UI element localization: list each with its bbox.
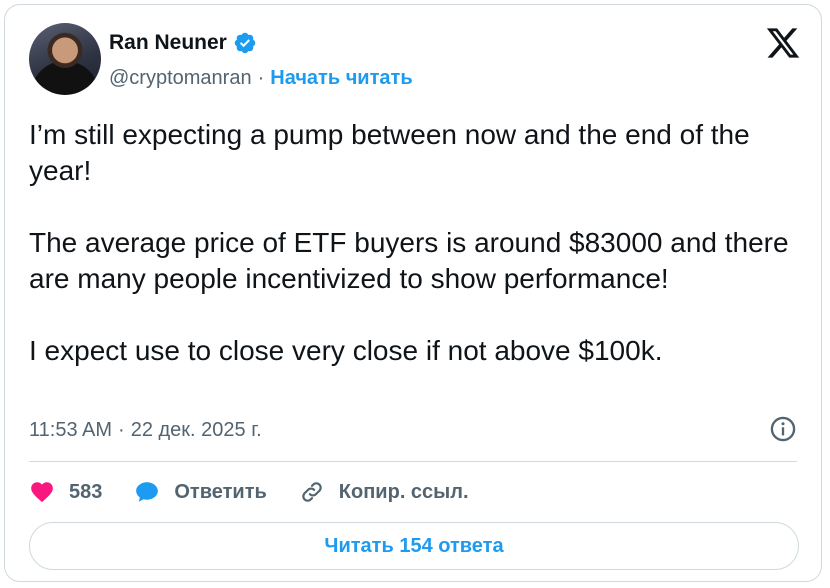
tweet-timestamp[interactable]: 11:53 AM · 22 дек. 2025 г. (29, 419, 262, 442)
reply-label: Ответить (174, 480, 267, 503)
author-handle-row: @cryptomanran · Начать читать (109, 67, 413, 90)
info-icon[interactable] (769, 415, 797, 443)
heart-icon (31, 482, 53, 503)
verified-badge-icon (234, 32, 256, 54)
copy-link-label: Копир. ссыл. (338, 480, 469, 503)
follow-link[interactable]: Начать читать (270, 67, 412, 90)
handle-separator: · (257, 67, 265, 89)
speech-bubble-icon (136, 482, 159, 502)
divider (29, 461, 797, 462)
reply-button[interactable]: Ответить (134, 479, 267, 505)
action-bar: 583 Ответить Копир. ссыл. (29, 479, 501, 505)
meta-separator: · (118, 419, 125, 441)
tweet-time: 11:53 AM (29, 419, 113, 441)
author-name-row: Ran Neuner (109, 31, 257, 55)
x-logo-icon[interactable] (765, 25, 801, 61)
tweet-date: 22 дек. 2025 г. (130, 419, 262, 441)
author-handle[interactable]: @cryptomanran (109, 67, 252, 90)
tweet-embed-card: Ran Neuner @cryptomanran · Начать читать… (4, 4, 822, 582)
like-button[interactable]: 583 (29, 479, 102, 505)
author-name[interactable]: Ran Neuner (109, 31, 227, 55)
like-count: 583 (69, 480, 103, 503)
avatar[interactable] (29, 23, 101, 95)
tweet-text: I’m still expecting a pump between now a… (29, 119, 789, 366)
link-icon (302, 482, 322, 502)
copy-link-button[interactable]: Копир. ссыл. (299, 479, 469, 505)
read-replies-button[interactable]: Читать 154 ответа (29, 522, 799, 570)
